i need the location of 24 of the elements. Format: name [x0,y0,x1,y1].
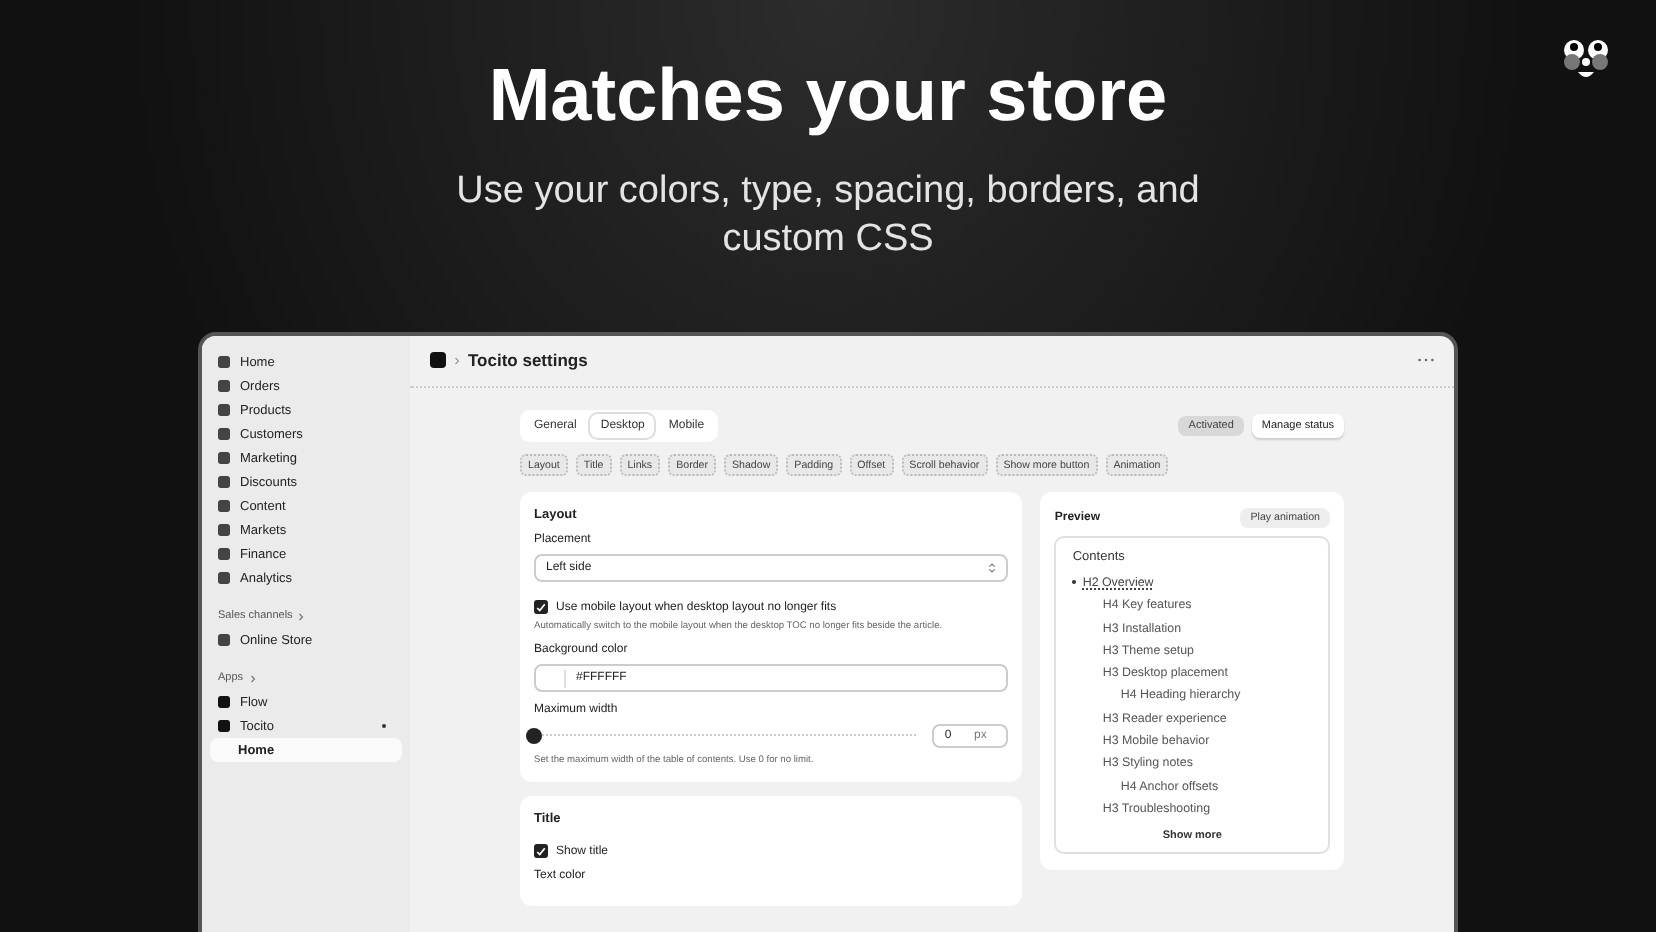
chevron-icon [298,611,305,621]
square-icon [218,572,230,584]
square-icon [218,720,230,732]
page-title: Tocito settings [468,350,588,370]
square-icon [218,380,230,392]
square-icon [218,634,230,646]
square-icon [218,524,230,536]
square-icon [218,476,230,488]
square-icon [218,696,230,708]
checkbox[interactable] [534,600,548,614]
square-icon [218,404,230,416]
hero-subtitle: Use your colors, type, spacing, borders, and custom CSS [454,168,1202,264]
square-icon [218,356,230,368]
checkbox[interactable] [534,844,548,858]
select-arrows-icon [988,562,997,574]
square-icon [218,548,230,560]
square-icon [218,428,230,440]
hero-title: Matches your store [488,52,1168,140]
chevron-icon [454,355,460,365]
square-icon [218,452,230,464]
slider-thumb[interactable] [526,727,542,743]
square-icon [218,500,230,512]
app-icon [430,352,446,368]
chevron-icon [249,673,256,683]
